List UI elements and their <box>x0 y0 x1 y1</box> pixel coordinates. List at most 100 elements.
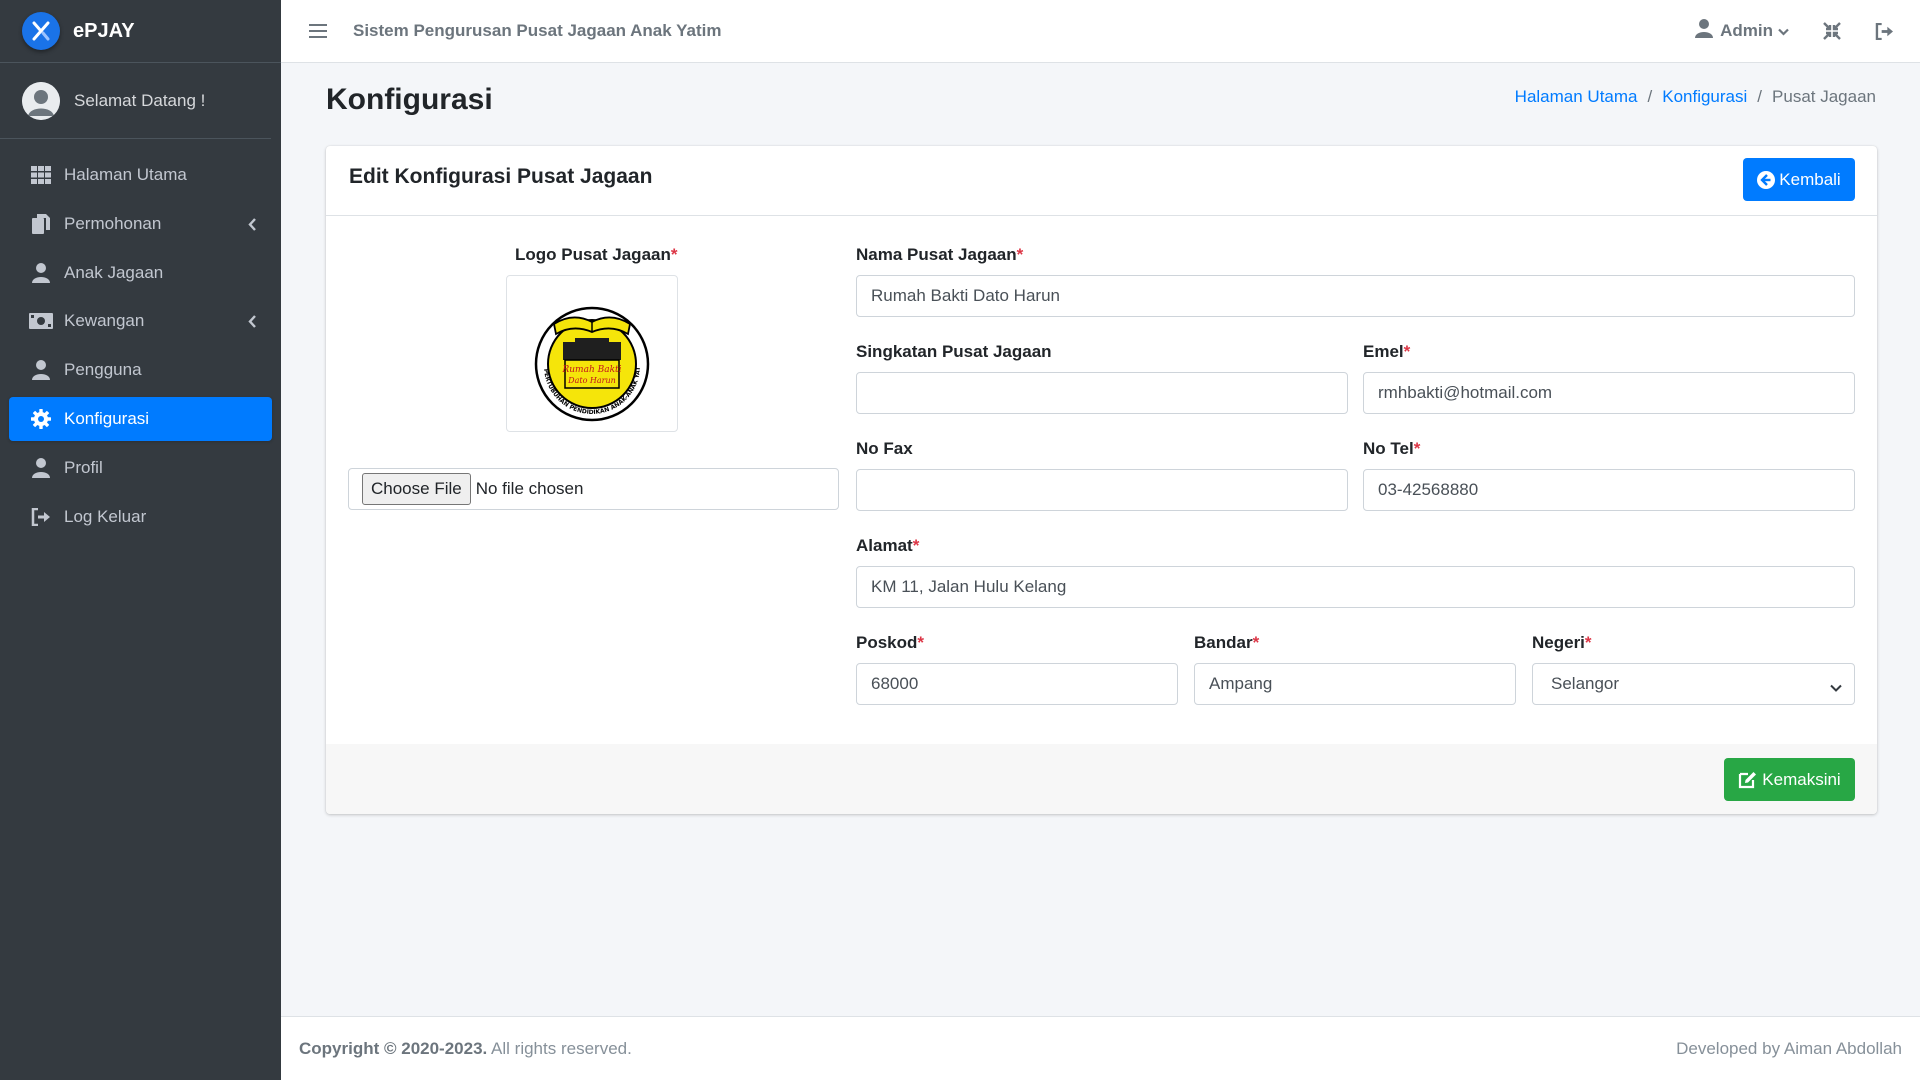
emel-label: Emel* <box>1363 342 1410 362</box>
nama-label-text: Nama Pusat Jagaan <box>856 245 1017 264</box>
card-body: Logo Pusat Jagaan* Rumah Bakti Dato Haru… <box>326 217 1877 737</box>
poskod-input[interactable]: 68000 <box>856 663 1178 705</box>
money-icon <box>29 309 53 333</box>
fax-input[interactable] <box>856 469 1348 511</box>
poskod-label-text: Poskod <box>856 633 918 652</box>
chevron-down-icon <box>1778 21 1789 41</box>
sidebar-item-halaman-utama[interactable]: Halaman Utama <box>9 153 272 197</box>
singkatan-input[interactable] <box>856 372 1348 414</box>
nama-input[interactable]: Rumah Bakti Dato Harun <box>856 275 1855 317</box>
required-mark: * <box>912 536 920 555</box>
required-mark: * <box>1403 342 1411 361</box>
user-icon <box>29 358 53 382</box>
chevron-left-icon <box>248 216 256 236</box>
negeri-selected-value: Selangor <box>1551 674 1620 693</box>
sidebar-item-permohonan[interactable]: Permohonan <box>9 202 272 246</box>
sidebar-item-label: Log Keluar <box>64 506 147 526</box>
brand-link[interactable]: ePJAY <box>0 0 281 63</box>
alamat-label-text: Alamat <box>856 536 913 555</box>
card-footer: Kemaksini <box>326 744 1877 814</box>
edit-icon <box>1738 771 1757 789</box>
required-mark: * <box>1584 633 1592 652</box>
sidebar-item-konfigurasi[interactable]: Konfigurasi <box>9 396 272 441</box>
user-icon <box>1695 19 1714 43</box>
sidebar-item-label: Kewangan <box>64 311 145 331</box>
user-panel: Selamat Datang ! <box>0 63 271 139</box>
fax-label: No Fax <box>856 439 913 458</box>
sidebar-item-kewangan[interactable]: Kewangan <box>9 299 272 343</box>
breadcrumb-current: Pusat Jagaan <box>1772 87 1876 106</box>
required-mark: * <box>1413 439 1421 458</box>
sidebar-item-label: Anak Jagaan <box>64 262 164 282</box>
brand-logo-icon <box>22 12 60 50</box>
negeri-label: Negeri* <box>1532 633 1592 653</box>
card-header: Edit Konfigurasi Pusat Jagaan Kembali <box>326 146 1877 216</box>
update-button-label: Kemaksini <box>1762 769 1841 789</box>
required-mark: * <box>1016 245 1024 264</box>
arrow-circle-left-icon <box>1757 170 1776 189</box>
organization-logo-image: Rumah Bakti Dato Harun PERTUBUHAN PENDID… <box>517 284 650 421</box>
menu-toggle-icon[interactable] <box>309 24 327 38</box>
sign-out-icon <box>29 505 53 529</box>
negeri-select[interactable]: Selangor <box>1532 663 1855 705</box>
page-footer: Copyright © 2020-2023. All rights reserv… <box>281 1016 1920 1080</box>
alamat-input[interactable]: KM 11, Jalan Hulu Kelang <box>856 566 1855 608</box>
back-button-label: Kembali <box>1779 169 1841 189</box>
sidebar-item-anak-jagaan[interactable]: Anak Jagaan <box>9 251 272 295</box>
emel-label-text: Emel <box>1363 342 1404 361</box>
sidebar-item-profil[interactable]: Profil <box>9 446 272 490</box>
breadcrumb-section-link[interactable]: Konfigurasi <box>1662 87 1747 107</box>
logo-file-input[interactable]: Choose File No file chosen <box>348 468 839 510</box>
breadcrumb-separator: / <box>1757 87 1763 106</box>
back-button[interactable]: Kembali <box>1743 158 1855 201</box>
emel-input[interactable]: rmhbakti@hotmail.com <box>1363 372 1855 414</box>
card-title: Edit Konfigurasi Pusat Jagaan <box>349 165 653 188</box>
sign-out-icon[interactable] <box>1875 22 1894 40</box>
tel-label-text: No Tel <box>1363 439 1414 458</box>
user-icon <box>29 261 53 285</box>
sidebar-item-label: Permohonan <box>64 213 162 233</box>
avatar[interactable] <box>22 81 60 120</box>
file-status-text: No file chosen <box>475 479 584 498</box>
tel-label: No Tel* <box>1363 439 1420 459</box>
sidebar-item-pengguna[interactable]: Pengguna <box>9 348 272 392</box>
sidebar: ePJAY Selamat Datang ! Halaman Utama Per… <box>0 0 281 1080</box>
breadcrumb-separator: / <box>1647 87 1653 106</box>
alamat-label: Alamat* <box>856 536 919 556</box>
breadcrumb-home-link[interactable]: Halaman Utama <box>1515 87 1638 107</box>
logo-label-text: Logo Pusat Jagaan <box>515 245 671 264</box>
nama-label: Nama Pusat Jagaan* <box>856 245 1023 265</box>
user-icon <box>29 456 53 480</box>
bandar-label-text: Bandar <box>1194 633 1253 652</box>
gear-icon <box>29 407 53 431</box>
chevron-down-icon <box>1830 677 1842 697</box>
sidebar-item-label: Profil <box>64 457 103 477</box>
required-mark: * <box>1252 633 1260 652</box>
sidebar-item-log-keluar[interactable]: Log Keluar <box>9 495 272 539</box>
copyright-text: Copyright © 2020-2023. All rights reserv… <box>299 1039 632 1059</box>
content-wrapper: Konfigurasi Halaman Utama / Konfigurasi … <box>281 63 1920 1016</box>
required-mark: * <box>917 633 925 652</box>
sidebar-item-label: Halaman Utama <box>64 165 187 184</box>
singkatan-label: Singkatan Pusat Jagaan <box>856 342 1052 361</box>
welcome-text: Selamat Datang ! <box>74 90 206 110</box>
user-menu-dropdown[interactable]: Admin <box>1695 19 1789 43</box>
required-mark: * <box>670 245 678 264</box>
update-button[interactable]: Kemaksini <box>1724 758 1855 801</box>
logo-label: Logo Pusat Jagaan* <box>515 245 678 265</box>
copy-icon <box>29 212 53 236</box>
negeri-label-text: Negeri <box>1532 633 1585 652</box>
logo-text-line1: Rumah Bakti <box>561 365 621 375</box>
tel-input[interactable]: 03-42568880 <box>1363 469 1855 511</box>
choose-file-button[interactable]: Choose File <box>362 473 471 505</box>
chevron-left-icon <box>248 313 256 333</box>
bandar-input[interactable]: Ampang <box>1194 663 1516 705</box>
breadcrumb: Halaman Utama / Konfigurasi / Pusat Jaga… <box>1515 87 1876 107</box>
bandar-label: Bandar* <box>1194 633 1259 653</box>
sidebar-item-label: Konfigurasi <box>64 408 150 428</box>
fullscreen-compress-icon[interactable] <box>1823 22 1841 40</box>
sidebar-item-label: Pengguna <box>64 360 142 380</box>
copyright-years: Copyright © 2020-2023. <box>299 1038 488 1058</box>
logo-text-line2: Dato Harun <box>567 376 616 385</box>
system-title: Sistem Pengurusan Pusat Jagaan Anak Yati… <box>353 21 722 40</box>
